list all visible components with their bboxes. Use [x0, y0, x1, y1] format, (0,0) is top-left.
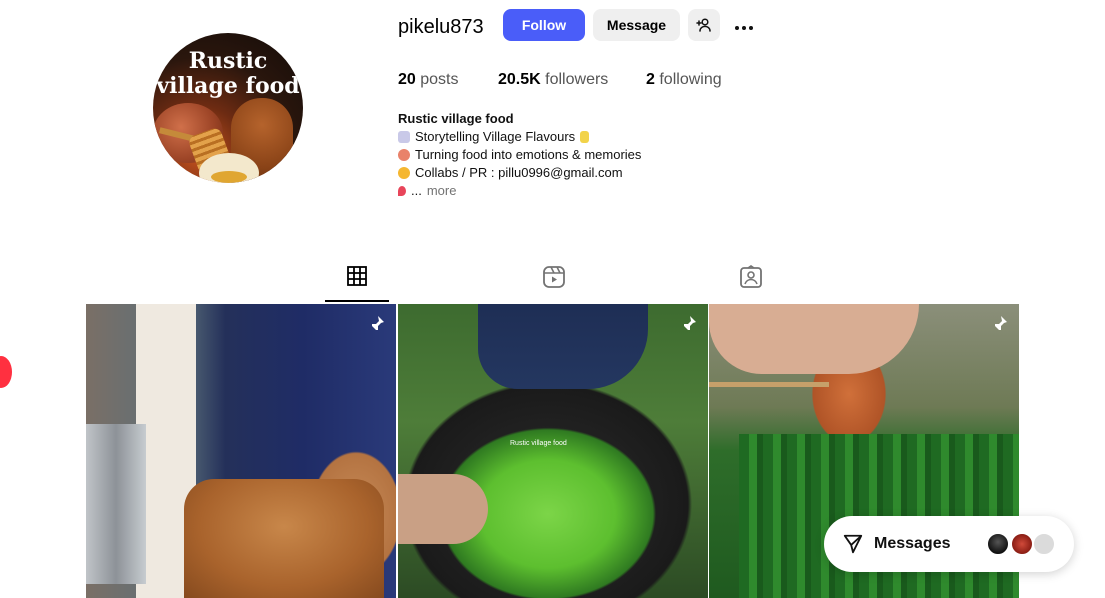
- message-avatar: [1010, 532, 1034, 556]
- post-tool: [86, 424, 146, 584]
- tab-reels[interactable]: [519, 265, 589, 303]
- bio-line-text: Storytelling Village Flavours: [415, 129, 576, 144]
- message-avatar: [986, 532, 1010, 556]
- post-thumbnail[interactable]: [86, 304, 396, 598]
- reels-icon: [543, 266, 565, 288]
- more-horizontal-icon: [734, 17, 755, 33]
- following-label: following: [659, 71, 722, 88]
- message-avatar: [1032, 532, 1056, 556]
- tab-posts[interactable]: [322, 265, 392, 303]
- corn-emoji-icon: [580, 131, 590, 143]
- pin-icon: [995, 316, 1007, 334]
- bio-line-text[interactable]: Collabs / PR : pillu0996@gmail.com: [415, 164, 623, 182]
- followers-label: followers: [545, 71, 609, 88]
- post-hand: [709, 304, 919, 374]
- bio-line: Storytelling Village Flavours: [398, 128, 641, 146]
- profile-username: pikelu873: [398, 16, 484, 38]
- posts-count: 20 posts: [398, 70, 459, 90]
- notification-dot[interactable]: [0, 356, 12, 388]
- bio-line: Collabs / PR : pillu0996@gmail.com: [398, 164, 641, 182]
- bio-display-name: Rustic village food: [398, 111, 514, 126]
- bio-line-text: Turning food into emotions & memories: [415, 147, 642, 162]
- follow-button[interactable]: Follow: [503, 9, 585, 41]
- tagged-user-icon: [740, 265, 762, 288]
- profile-bio: Rustic village food Storytelling Village…: [398, 110, 641, 200]
- pin-icon: [372, 316, 384, 334]
- avatar-honey: [211, 171, 247, 183]
- emoji-icon: [398, 131, 410, 143]
- following-link[interactable]: 2 following: [646, 70, 722, 90]
- followers-link[interactable]: 20.5K followers: [498, 70, 608, 90]
- posts-count-label: posts: [420, 71, 459, 88]
- pin-icon: [684, 316, 696, 334]
- bio-line: Turning food into emotions & memories: [398, 146, 641, 164]
- post-caption: Rustic village food: [510, 440, 567, 447]
- post-hand: [398, 474, 488, 544]
- bio-truncation: ...: [411, 183, 422, 198]
- followers-count-value: 20.5K: [498, 71, 541, 88]
- person-plus-icon: [696, 18, 711, 32]
- post-cake: [184, 479, 384, 598]
- avatar-logo-line1: Rustic: [188, 48, 268, 74]
- tab-tagged[interactable]: [716, 265, 786, 303]
- posts-count-value: 20: [398, 71, 416, 88]
- profile-avatar[interactable]: Rustic village food: [153, 33, 303, 183]
- bio-more-link[interactable]: more: [427, 182, 457, 200]
- post-thumbnail[interactable]: Rustic village food: [398, 304, 708, 598]
- grid-icon: [347, 266, 367, 286]
- handshake-emoji-icon: [398, 167, 410, 179]
- messages-label: Messages: [874, 535, 951, 552]
- avatar-logo-line2: village food: [156, 73, 300, 99]
- suggest-user-button[interactable]: [688, 9, 720, 41]
- following-count-value: 2: [646, 71, 655, 88]
- message-button[interactable]: Message: [593, 9, 680, 41]
- more-options-button[interactable]: [730, 9, 758, 41]
- active-tab-indicator: [325, 300, 389, 302]
- food-emoji-icon: [398, 149, 410, 161]
- pin-emoji-icon: [398, 186, 406, 196]
- bio-line: ... more: [398, 182, 641, 200]
- messages-button[interactable]: Messages: [824, 516, 1074, 572]
- post-arm: [478, 304, 648, 389]
- send-icon: [843, 534, 863, 554]
- post-chopsticks: [709, 382, 829, 387]
